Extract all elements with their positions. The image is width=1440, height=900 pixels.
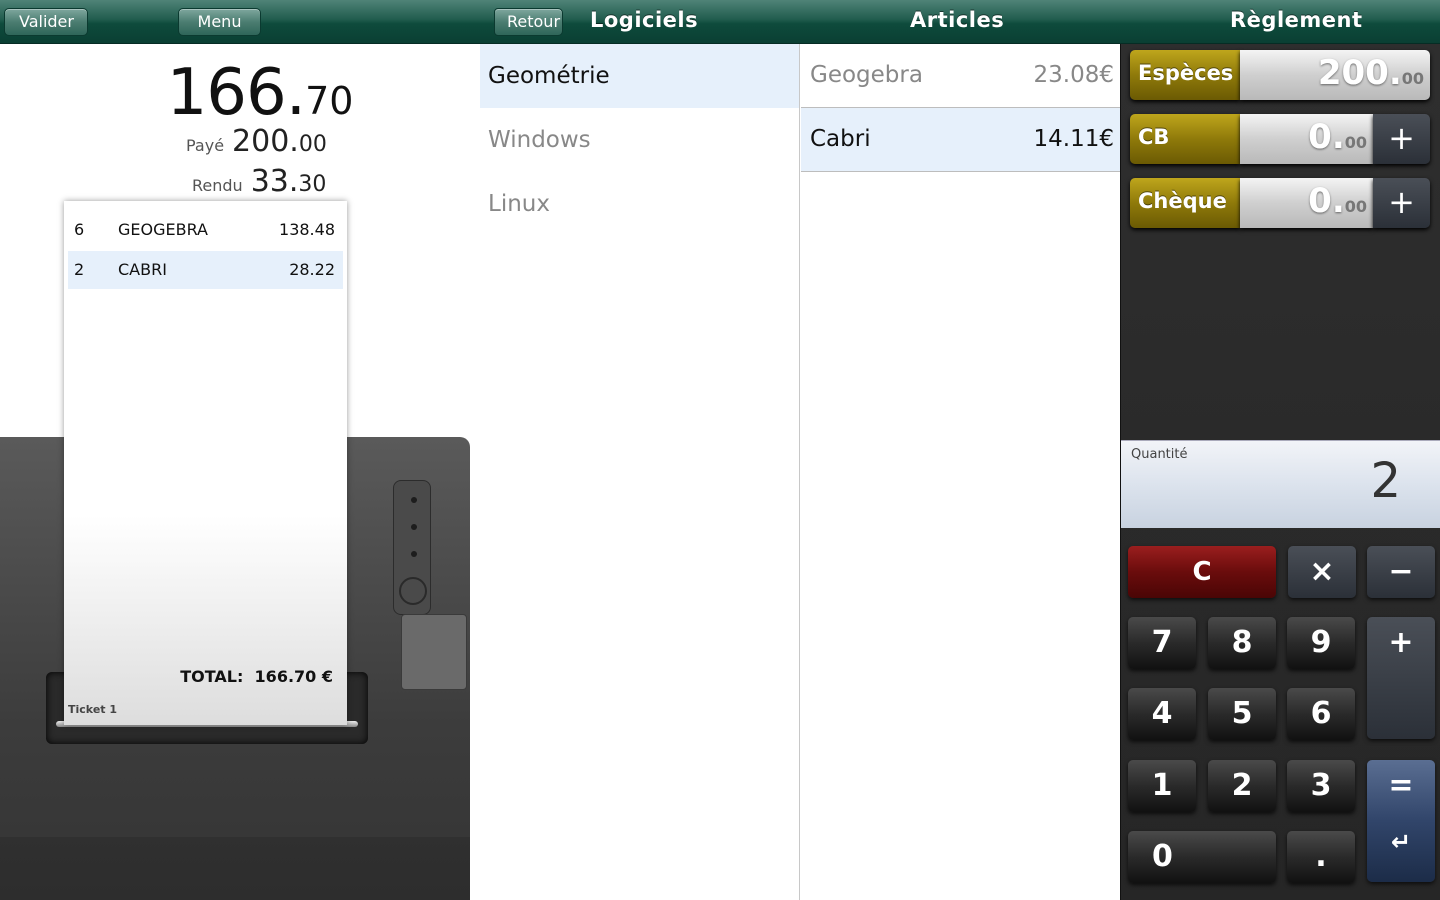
ticket-line-qty: 2 bbox=[74, 260, 85, 279]
ticket-line-name: CABRI bbox=[118, 260, 167, 279]
reglement-title: Règlement bbox=[1230, 8, 1363, 32]
equals-label: = bbox=[1388, 768, 1414, 803]
menu-button[interactable]: Menu bbox=[178, 8, 261, 36]
ticket-line-name: GEOGEBRA bbox=[118, 220, 208, 239]
ticket-total-value: 166.70 € bbox=[254, 667, 333, 686]
enter-icon: ↵ bbox=[1390, 828, 1412, 856]
article-item[interactable]: Geogebra 23.08€ bbox=[801, 44, 1120, 108]
rendu-integer: 33. bbox=[250, 164, 299, 199]
category-item[interactable]: Linux bbox=[480, 172, 799, 236]
category-list: Geométrie Windows Linux bbox=[480, 44, 800, 900]
category-item[interactable]: Geométrie bbox=[480, 44, 799, 108]
decimal-point-key[interactable]: . bbox=[1287, 831, 1355, 883]
ticket-name: Ticket 1 bbox=[68, 703, 118, 716]
logiciels-title: Logiciels bbox=[590, 8, 699, 32]
retour-button[interactable]: Retour bbox=[494, 8, 563, 36]
receipt-ticket[interactable]: 6 GEOGEBRA 138.48 2 CABRI 28.22 TOTAL: 1… bbox=[64, 201, 347, 725]
led-icon bbox=[411, 524, 417, 530]
payment-label: Espèces bbox=[1130, 50, 1240, 100]
quantity-label: Quantité bbox=[1131, 447, 1188, 462]
payment-label: Chèque bbox=[1130, 178, 1240, 228]
payment-panel: Espèces 200.00 CB 0.00 + Chèque 0.00 + Q… bbox=[1120, 44, 1440, 900]
add-payment-button[interactable]: + bbox=[1373, 178, 1430, 228]
payment-amount[interactable]: 200.00 bbox=[1240, 50, 1430, 100]
ticket-line-price: 28.22 bbox=[289, 260, 335, 279]
quantity-display: Quantité 2 bbox=[1121, 440, 1440, 528]
digit-key-5[interactable]: 5 bbox=[1208, 688, 1276, 740]
quantity-value: 2 bbox=[1370, 453, 1401, 509]
valider-button[interactable]: Valider bbox=[4, 8, 88, 36]
payment-amount[interactable]: 0.00 bbox=[1240, 114, 1373, 164]
digit-key-1[interactable]: 1 bbox=[1128, 760, 1196, 812]
ticket-line[interactable]: 2 CABRI 28.22 bbox=[68, 251, 343, 289]
equals-enter-key[interactable]: = ↵ bbox=[1367, 760, 1435, 882]
article-list: Geogebra 23.08€ Cabri 14.11€ bbox=[801, 44, 1120, 900]
led-icon bbox=[411, 497, 417, 503]
ticket-line-qty: 6 bbox=[74, 220, 85, 239]
ticket-line-price: 138.48 bbox=[279, 220, 335, 239]
total-decimal: 70 bbox=[305, 79, 354, 123]
digit-key-9[interactable]: 9 bbox=[1287, 617, 1355, 669]
multiply-key[interactable]: × bbox=[1288, 546, 1356, 598]
top-bar: Valider Menu Retour Logiciels Articles R… bbox=[0, 0, 1440, 44]
clear-key[interactable]: C bbox=[1128, 546, 1276, 598]
paye-decimal: 00 bbox=[298, 132, 327, 157]
article-price: 23.08€ bbox=[1033, 62, 1114, 88]
ticket-panel: 166.70 Payé 200.00 Rendu 33.30 6 GEOGEBRA bbox=[0, 44, 480, 900]
digit-key-6[interactable]: 6 bbox=[1287, 688, 1355, 740]
digit-key-2[interactable]: 2 bbox=[1208, 760, 1276, 812]
digit-key-8[interactable]: 8 bbox=[1208, 617, 1276, 669]
ticket-total-label: TOTAL: bbox=[180, 667, 244, 686]
power-button-icon bbox=[399, 577, 427, 605]
change-row: Rendu 33.30 bbox=[192, 164, 326, 199]
digit-key-3[interactable]: 3 bbox=[1287, 760, 1355, 812]
payment-label: CB bbox=[1130, 114, 1240, 164]
pos-app: Valider Menu Retour Logiciels Articles R… bbox=[0, 0, 1440, 900]
category-item[interactable]: Windows bbox=[480, 108, 799, 172]
paye-label: Payé bbox=[186, 136, 225, 155]
digit-key-4[interactable]: 4 bbox=[1128, 688, 1196, 740]
ticket-line[interactable]: 6 GEOGEBRA 138.48 bbox=[68, 211, 343, 249]
paid-row: Payé 200.00 bbox=[186, 124, 327, 159]
payment-amount[interactable]: 0.00 bbox=[1240, 178, 1373, 228]
rendu-label: Rendu bbox=[192, 176, 243, 195]
ticket-total: TOTAL: 166.70 € bbox=[180, 667, 333, 686]
article-name: Cabri bbox=[810, 126, 871, 152]
rendu-decimal: 30 bbox=[298, 172, 327, 197]
article-item[interactable]: Cabri 14.11€ bbox=[801, 108, 1120, 172]
printer-lever bbox=[401, 614, 467, 690]
minus-key[interactable]: − bbox=[1367, 546, 1435, 598]
paye-integer: 200. bbox=[232, 124, 299, 159]
plus-key[interactable]: + bbox=[1367, 617, 1435, 739]
article-price: 14.11€ bbox=[1033, 126, 1114, 152]
led-icon bbox=[411, 551, 417, 557]
total-integer: 166. bbox=[166, 56, 306, 130]
articles-title: Articles bbox=[910, 8, 1005, 32]
order-total: 166.70 bbox=[0, 56, 480, 130]
digit-key-0[interactable]: 0 bbox=[1128, 831, 1276, 883]
digit-key-7[interactable]: 7 bbox=[1128, 617, 1196, 669]
printer-control-panel bbox=[393, 480, 431, 615]
article-name: Geogebra bbox=[810, 62, 923, 88]
add-payment-button[interactable]: + bbox=[1373, 114, 1430, 164]
